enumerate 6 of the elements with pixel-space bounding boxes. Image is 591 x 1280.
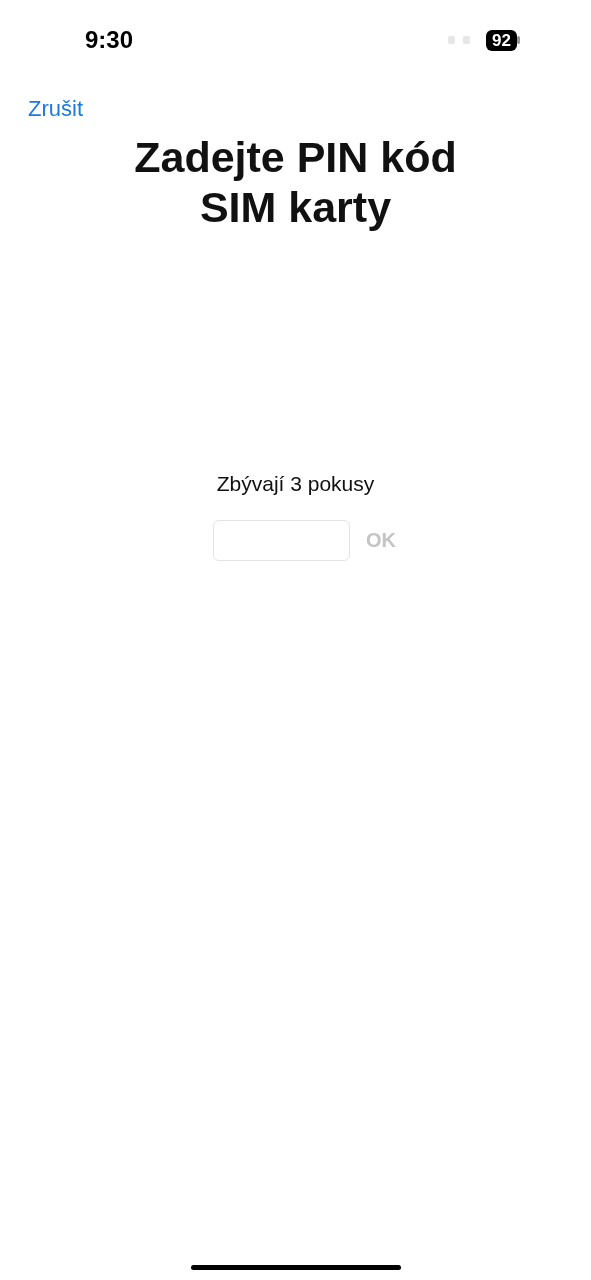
pin-field[interactable] [213,520,350,561]
cancel-link[interactable]: Zrušit [28,96,83,121]
page-title: Zadejte PIN kód SIM karty [133,132,458,232]
signal-icon [448,36,471,44]
attempts-text: Zbývají 3 pokusy [215,472,376,496]
status-time: 9:30 [85,26,134,54]
